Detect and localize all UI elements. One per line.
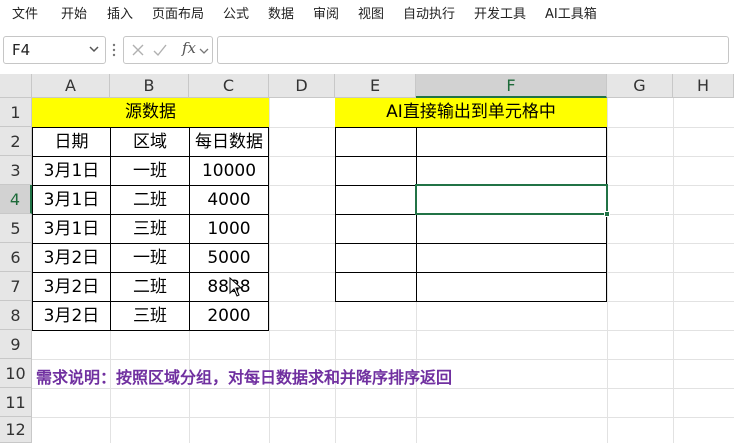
menu-data[interactable]: 数据 (268, 3, 294, 22)
menu-developer[interactable]: 开发工具 (474, 3, 526, 22)
gridline (32, 417, 734, 418)
row-header-4[interactable]: 4 (0, 185, 32, 214)
column-header-c[interactable]: C (189, 74, 269, 98)
table-cell[interactable]: 3月2日 (32, 301, 111, 331)
row-header-10[interactable]: 10 (0, 359, 32, 388)
output-cell[interactable] (416, 243, 607, 273)
row-header-9[interactable]: 9 (0, 330, 32, 359)
column-header-f[interactable]: F (416, 74, 607, 98)
fill-handle[interactable] (604, 211, 610, 217)
select-all-corner[interactable] (0, 74, 32, 98)
column-header-a[interactable]: A (32, 74, 110, 98)
column-header-h[interactable]: H (673, 74, 734, 98)
row-header-6[interactable]: 6 (0, 243, 32, 272)
chevron-down-icon[interactable] (88, 42, 100, 56)
name-box-value: F4 (12, 41, 31, 59)
column-header-b[interactable]: B (110, 74, 189, 98)
menu-page-layout[interactable]: 页面布局 (152, 3, 204, 22)
output-cell[interactable] (335, 156, 417, 186)
menu-formulas[interactable]: 公式 (223, 3, 249, 22)
gridline (32, 388, 734, 389)
row-header-5[interactable]: 5 (0, 214, 32, 243)
table-cell[interactable]: 3月1日 (32, 156, 111, 186)
header-daily-data[interactable]: 每日数据 (189, 127, 269, 157)
table-cell[interactable]: 一班 (110, 156, 190, 186)
menu-view[interactable]: 视图 (358, 3, 384, 22)
column-header-e[interactable]: E (335, 74, 416, 98)
output-cell[interactable] (416, 156, 607, 186)
output-cell[interactable] (335, 127, 417, 157)
gridline (673, 98, 674, 443)
menu-insert[interactable]: 插入 (107, 3, 133, 22)
table-cell[interactable]: 10000 (189, 156, 269, 186)
row-header-8[interactable]: 8 (0, 301, 32, 330)
insert-function-icon[interactable]: fx (182, 39, 196, 57)
formula-actions: fx (123, 36, 213, 64)
table-cell[interactable]: 1000 (189, 214, 269, 244)
column-header-g[interactable]: G (607, 74, 673, 98)
formula-bar: F4 fx (0, 31, 734, 69)
output-cell[interactable] (335, 185, 417, 215)
drag-handle-icon[interactable] (111, 41, 117, 59)
confirm-check-icon[interactable] (152, 42, 168, 58)
ribbon-menu-bar: 文件 开始 插入 页面布局 公式 数据 审阅 视图 自动执行 开发工具 AI工具… (0, 0, 734, 24)
table-cell[interactable]: 三班 (110, 214, 190, 244)
table-cell[interactable]: 3月1日 (32, 185, 111, 215)
output-cell[interactable] (416, 272, 607, 302)
row-header-12[interactable]: 12 (0, 417, 32, 443)
source-table-title[interactable]: 源数据 (32, 98, 269, 127)
row-header-11[interactable]: 11 (0, 388, 32, 417)
row-header-7[interactable]: 7 (0, 272, 32, 301)
table-cell[interactable]: 5000 (189, 243, 269, 273)
table-cell[interactable]: 4000 (189, 185, 269, 215)
output-table-title[interactable]: AI直接输出到单元格中 (335, 98, 607, 127)
formula-input[interactable] (217, 36, 729, 64)
table-cell[interactable]: 二班 (110, 185, 190, 215)
menu-automate[interactable]: 自动执行 (403, 3, 455, 22)
requirement-note: 需求说明：按照区域分组，对每日数据求和并降序排序返回 (36, 368, 453, 387)
header-date[interactable]: 日期 (32, 127, 111, 157)
table-cell[interactable]: 三班 (110, 301, 190, 331)
menu-review[interactable]: 审阅 (313, 3, 339, 22)
gridline (607, 98, 608, 443)
spreadsheet-grid: A B C D E F G H 1 2 3 4 5 6 7 8 9 10 11 … (0, 74, 734, 443)
cancel-icon[interactable] (131, 42, 145, 58)
chevron-down-icon[interactable] (198, 44, 210, 60)
menu-file[interactable]: 文件 (12, 3, 38, 22)
table-cell[interactable]: 3月2日 (32, 272, 111, 302)
column-header-d[interactable]: D (269, 74, 335, 98)
table-cell[interactable]: 一班 (110, 243, 190, 273)
table-cell[interactable]: 二班 (110, 272, 190, 302)
menu-ai-toolbox[interactable]: AI工具箱 (545, 3, 597, 22)
output-cell[interactable] (335, 214, 417, 244)
name-box[interactable]: F4 (3, 36, 106, 64)
table-cell[interactable]: 3月1日 (32, 214, 111, 244)
row-header-3[interactable]: 3 (0, 156, 32, 185)
output-cell[interactable] (335, 272, 417, 302)
gridline (32, 359, 734, 360)
row-header-1[interactable]: 1 (0, 98, 32, 127)
mouse-cursor-icon (229, 277, 243, 297)
header-region[interactable]: 区域 (110, 127, 190, 157)
table-cell[interactable]: 2000 (189, 301, 269, 331)
menu-home[interactable]: 开始 (61, 3, 87, 22)
output-cell[interactable] (416, 127, 607, 157)
gridline (269, 98, 270, 443)
table-cell[interactable]: 3月2日 (32, 243, 111, 273)
row-header-2[interactable]: 2 (0, 127, 32, 156)
output-cell[interactable] (416, 214, 607, 244)
active-cell-selection[interactable] (415, 184, 608, 215)
output-cell[interactable] (335, 243, 417, 273)
